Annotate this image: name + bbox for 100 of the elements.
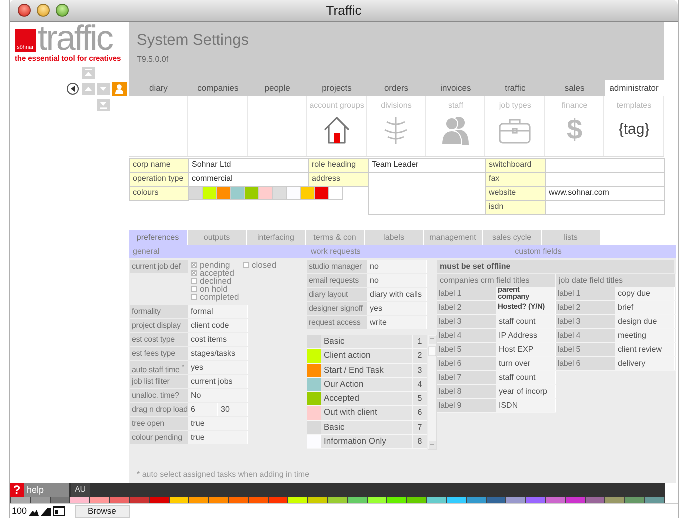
palette-swatch[interactable]: [446, 497, 466, 503]
input-field[interactable]: yes: [188, 361, 248, 374]
layout-icon[interactable]: [53, 506, 66, 516]
palette-swatch[interactable]: [586, 497, 604, 503]
palette-swatch[interactable]: [110, 497, 129, 503]
nav-tab[interactable]: companies: [188, 80, 248, 96]
palette-swatch[interactable]: [308, 497, 327, 503]
palette-swatch[interactable]: [466, 497, 486, 503]
colour-swatch[interactable]: [307, 406, 321, 420]
input-field[interactable]: [545, 158, 665, 173]
input-field[interactable]: ISDN: [496, 399, 556, 412]
colour-swatch[interactable]: [307, 364, 321, 377]
input-field[interactable]: no: [367, 274, 427, 287]
input-field[interactable]: design due: [615, 315, 675, 328]
palette-swatch[interactable]: [150, 497, 168, 503]
down-button[interactable]: [97, 83, 110, 95]
zoom-button[interactable]: [56, 4, 69, 17]
colour-swatch[interactable]: [307, 392, 321, 406]
colour-swatch[interactable]: [307, 420, 321, 434]
palette-swatch[interactable]: [288, 497, 308, 503]
checkbox[interactable]: [243, 262, 249, 268]
input-field[interactable]: staff count: [496, 371, 556, 384]
checkbox[interactable]: [191, 262, 197, 268]
input-field[interactable]: client review: [615, 343, 675, 356]
palette-swatch[interactable]: [11, 497, 30, 503]
zoom-in-icon[interactable]: [41, 506, 52, 516]
colour-swatch[interactable]: [307, 435, 321, 448]
palette-swatch[interactable]: [170, 497, 188, 503]
colour-swatch[interactable]: [216, 186, 231, 200]
user-button[interactable]: [112, 82, 127, 96]
colour-swatch[interactable]: [300, 186, 315, 200]
mode-tab[interactable]: Browse: [75, 504, 130, 518]
palette-swatch[interactable]: [526, 497, 545, 503]
colour-swatch[interactable]: [307, 335, 321, 348]
input-field[interactable]: brief: [615, 301, 675, 314]
palette-swatch[interactable]: [130, 497, 149, 503]
colour-swatch[interactable]: [202, 186, 217, 200]
input-field[interactable]: diary with calls: [367, 288, 427, 301]
input-field[interactable]: write: [367, 316, 427, 329]
input-field[interactable]: meeting: [615, 329, 675, 342]
palette-swatch[interactable]: [328, 497, 347, 503]
palette-swatch[interactable]: [486, 497, 506, 503]
input-field[interactable]: No: [188, 389, 248, 402]
close-button[interactable]: [18, 4, 31, 17]
nav-tab[interactable]: administrator: [604, 80, 664, 96]
input-field[interactable]: cost items: [188, 333, 248, 346]
input-field[interactable]: current jobs: [188, 375, 248, 388]
palette-swatch[interactable]: [189, 497, 208, 503]
colour-swatch[interactable]: [328, 186, 343, 200]
palette-swatch[interactable]: [368, 497, 386, 503]
colour-swatch[interactable]: [188, 186, 203, 200]
minimize-button[interactable]: [37, 4, 50, 17]
checkbox[interactable]: [191, 278, 197, 284]
checkbox[interactable]: [191, 270, 197, 276]
nav-tab[interactable]: projects: [307, 80, 367, 96]
palette-swatch[interactable]: [248, 497, 268, 503]
input-field[interactable]: IP Address: [496, 329, 556, 342]
palette-swatch[interactable]: [546, 497, 565, 503]
input-field[interactable]: true: [188, 431, 248, 444]
input-field[interactable]: formal: [188, 305, 248, 318]
input-field[interactable]: delivery: [615, 357, 675, 370]
palette-swatch[interactable]: [30, 497, 50, 503]
palette-swatch[interactable]: [605, 497, 624, 503]
input-field[interactable]: 6: [188, 403, 218, 416]
colour-swatch[interactable]: [258, 186, 273, 200]
colour-swatch[interactable]: [307, 349, 321, 363]
back-button[interactable]: [67, 83, 79, 95]
people-icon[interactable]: [440, 115, 472, 145]
input-field[interactable]: Host EXP: [496, 343, 556, 356]
colour-swatch[interactable]: [230, 186, 245, 200]
input-field[interactable]: turn over: [496, 357, 556, 370]
input-field[interactable]: staff count: [496, 315, 556, 328]
palette-swatch[interactable]: [70, 497, 90, 503]
palette-swatch[interactable]: [209, 497, 228, 503]
module-glyph[interactable]: {tag}: [618, 115, 650, 145]
palette-swatch[interactable]: [506, 497, 526, 503]
input-field[interactable]: client code: [188, 319, 248, 332]
palette-swatch[interactable]: [348, 497, 367, 503]
palette-swatch[interactable]: [228, 497, 248, 503]
input-field[interactable]: 30: [218, 403, 248, 416]
house-icon[interactable]: [322, 115, 352, 145]
palette-swatch[interactable]: [625, 497, 644, 503]
checkbox[interactable]: [191, 294, 197, 300]
checkbox[interactable]: [191, 286, 197, 292]
scrollbar[interactable]: [428, 335, 437, 450]
colour-swatch[interactable]: [272, 186, 287, 200]
colour-swatch[interactable]: [307, 378, 321, 392]
palette-swatch[interactable]: [50, 497, 70, 503]
colour-swatch[interactable]: [244, 186, 259, 200]
input-field[interactable]: stages/tasks: [188, 347, 248, 360]
nav-tab[interactable]: traffic: [486, 80, 546, 96]
nav-tab[interactable]: diary: [129, 80, 188, 96]
nav-tab[interactable]: people: [248, 80, 308, 96]
palette-swatch[interactable]: [268, 497, 288, 503]
palette-swatch[interactable]: [387, 497, 406, 503]
palette-swatch[interactable]: [427, 497, 446, 503]
nav-tab[interactable]: sales: [545, 80, 605, 96]
input-field[interactable]: year of incorp: [496, 385, 556, 398]
palette-swatch[interactable]: [90, 497, 110, 503]
nav-tab[interactable]: orders: [366, 80, 426, 96]
